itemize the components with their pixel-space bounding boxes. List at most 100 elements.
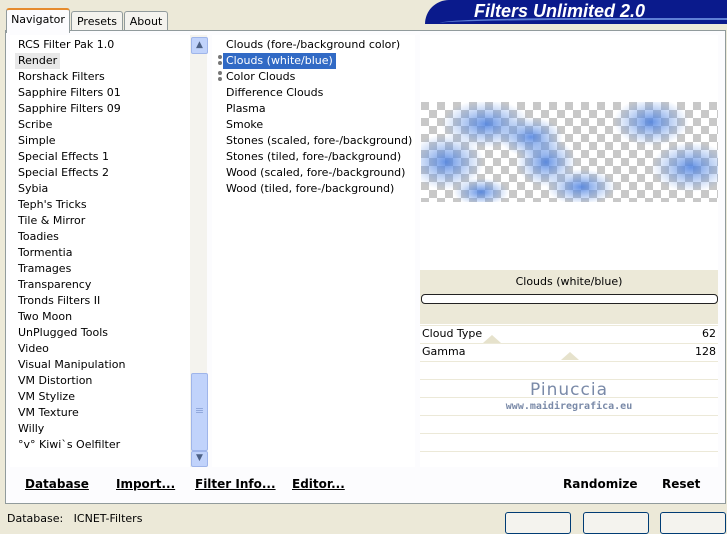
category-label: Teph's Tricks [18,198,87,211]
category-item[interactable]: VM Texture [18,405,125,421]
filter-item[interactable]: Stones (tiled, fore-/background) [226,149,412,165]
category-label: Sapphire Filters 09 [18,102,121,115]
filter-info-button[interactable]: Filter Info... [195,477,276,491]
watermark-url: www.maidiregrafica.eu [505,401,633,412]
category-item[interactable]: UnPlugged Tools [18,325,125,341]
category-label: Rorshack Filters [18,70,105,83]
filter-item[interactable]: Clouds (fore-/background color) [226,37,412,53]
param-value: 62 [702,327,716,340]
category-item[interactable]: Render [15,53,125,69]
reset-button[interactable]: Reset [662,477,700,491]
app-title: Filters Unlimited 2.0 [474,1,646,21]
category-label: Render [15,53,61,69]
category-label: Special Effects 2 [18,166,110,179]
randomize-button[interactable]: Randomize [563,477,637,491]
slider-thumb[interactable] [561,352,579,360]
category-label: Sapphire Filters 01 [18,86,121,99]
category-label: °v° Kiwi`s Oelfilter [18,438,121,451]
category-label: Tramages [18,262,72,275]
category-item[interactable]: Willy [18,421,125,437]
category-item[interactable]: VM Distortion [18,373,125,389]
category-label: Tormentia [18,246,73,259]
filter-item[interactable]: Smoke [226,117,412,133]
ok-button[interactable] [505,512,571,534]
filter-label: Color Clouds [226,70,296,83]
category-item[interactable]: Scribe [18,117,125,133]
category-item[interactable]: Special Effects 2 [18,165,125,181]
category-item[interactable]: Sapphire Filters 01 [18,85,125,101]
param-label: Gamma [422,345,466,358]
category-label: RCS Filter Pak 1.0 [18,38,115,51]
category-item[interactable]: Video [18,341,125,357]
tab-about[interactable]: About [124,11,168,31]
category-item[interactable]: Toadies [18,229,125,245]
filter-label: Difference Clouds [226,86,324,99]
filter-item[interactable]: Plasma [226,101,412,117]
filter-item[interactable]: Color Clouds [226,69,412,85]
category-label: VM Stylize [18,390,75,403]
category-item[interactable]: Sapphire Filters 09 [18,101,125,117]
category-item[interactable]: Tile & Mirror [18,213,125,229]
category-item[interactable]: Tormentia [18,245,125,261]
tab-navigator[interactable]: Navigator [6,8,70,33]
category-item[interactable]: Visual Manipulation [18,357,125,373]
category-scrollbar[interactable]: ▲ ≡ ▼ [190,35,208,467]
category-item[interactable]: RCS Filter Pak 1.0 [18,37,125,53]
help-button[interactable] [660,512,726,534]
param-row-empty [420,451,718,467]
category-item[interactable]: Tronds Filters II [18,293,125,309]
category-item[interactable]: Simple [18,133,125,149]
category-label: VM Texture [18,406,79,419]
category-item[interactable]: Rorshack Filters [18,69,125,85]
editor-button[interactable]: Editor... [292,477,345,491]
category-label: Transparency [18,278,92,291]
filter-item[interactable]: Stones (scaled, fore-/background) [226,133,412,149]
filter-item[interactable]: Difference Clouds [226,85,412,101]
category-label: Special Effects 1 [18,150,110,163]
filter-label: Wood (scaled, fore-/background) [226,166,406,179]
cancel-button[interactable] [583,512,649,534]
category-item[interactable]: Two Moon [18,309,125,325]
scroll-down-button[interactable]: ▼ [191,451,208,467]
database-button[interactable]: Database [25,477,89,491]
scroll-up-button[interactable]: ▲ [191,37,208,54]
import-button[interactable]: Import... [116,477,175,491]
category-item[interactable]: Tramages [18,261,125,277]
tab-presets[interactable]: Presets [71,11,123,31]
filter-label: Stones (tiled, fore-/background) [226,150,402,163]
param-row-empty [420,433,718,451]
category-label: Toadies [18,230,59,243]
filter-label: Plasma [226,102,266,115]
param-label: Cloud Type [422,327,483,340]
category-item[interactable]: Special Effects 1 [18,149,125,165]
category-label: Simple [18,134,56,147]
param-row-empty [420,361,718,379]
category-label: Sybia [18,182,49,195]
drag-handle-icon [218,55,226,65]
filter-label: Clouds (white/blue) [223,53,336,69]
filter-list[interactable]: Clouds (fore-/background color) Clouds (w… [212,35,415,467]
category-label: Tile & Mirror [18,214,86,227]
category-label: UnPlugged Tools [18,326,108,339]
filter-label: Wood (tiled, fore-/background) [226,182,395,195]
category-item[interactable]: Sybia [18,181,125,197]
status-database: Database: ICNET-Filters [7,512,143,525]
preview-image [421,102,718,202]
filter-label: Smoke [226,118,264,131]
filter-item[interactable]: Clouds (white/blue) [223,53,412,69]
slider-thumb[interactable] [483,335,501,343]
scroll-thumb[interactable]: ≡ [191,373,208,451]
filter-label: Clouds (fore-/background color) [226,38,401,51]
category-label: Willy [18,422,45,435]
category-item[interactable]: °v° Kiwi`s Oelfilter [18,437,125,453]
category-item[interactable]: Transparency [18,277,125,293]
category-item[interactable]: VM Stylize [18,389,125,405]
category-label: VM Distortion [18,374,93,387]
category-label: Scribe [18,118,53,131]
category-label: Tronds Filters II [18,294,101,307]
category-item[interactable]: Teph's Tricks [18,197,125,213]
filter-item[interactable]: Wood (tiled, fore-/background) [226,181,412,197]
filter-item[interactable]: Wood (scaled, fore-/background) [226,165,412,181]
category-list[interactable]: RCS Filter Pak 1.0 Render Rorshack Filters… [10,35,208,467]
category-label: Visual Manipulation [18,358,126,371]
